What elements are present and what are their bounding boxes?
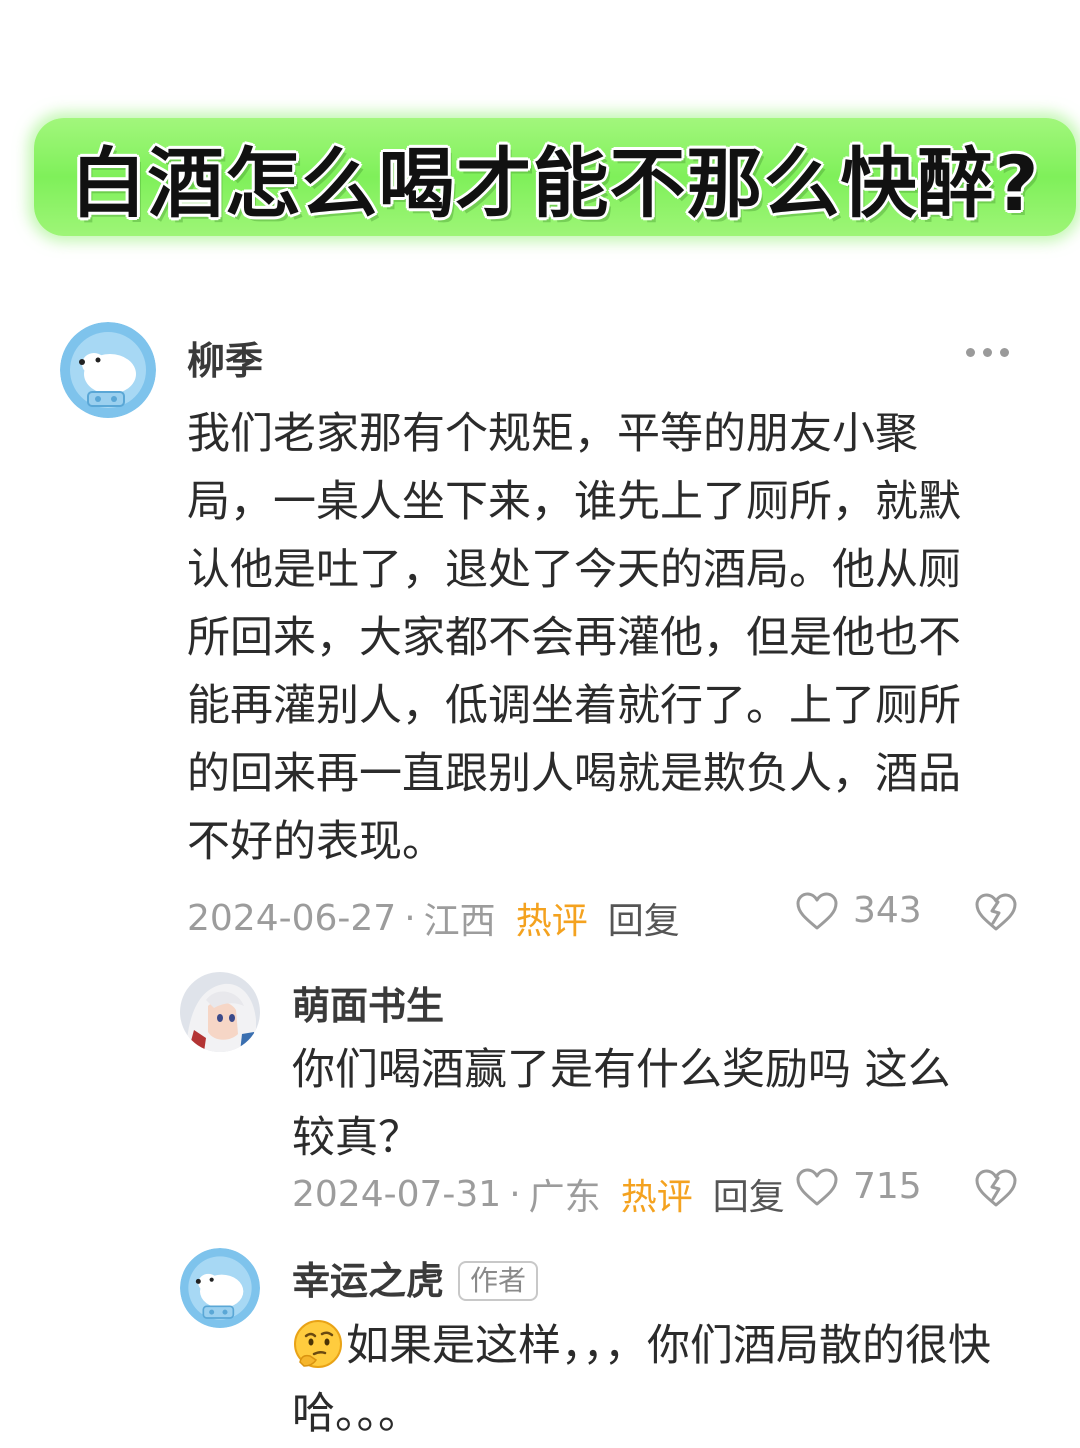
thinking-face-icon [292, 1318, 344, 1370]
comment-meta: 2024-06-27 · 江西 热评 回复 [187, 892, 680, 944]
comment-location: 江西 [423, 901, 496, 942]
comment-text: 你们喝酒赢了是有什么奖励吗 这么较真？ [292, 1045, 951, 1163]
like-count: 343 [853, 890, 922, 931]
polar-bear-avatar-icon [60, 322, 156, 418]
comment-date: 2024-07-31 [292, 1173, 502, 1215]
heart-icon [796, 892, 838, 929]
meta-separator: · [404, 897, 416, 939]
broken-heart-icon[interactable] [974, 892, 1018, 936]
username[interactable]: 萌面书生 [292, 975, 444, 1030]
broken-heart-icon[interactable] [974, 1168, 1018, 1212]
like-button[interactable]: 715 [795, 1166, 922, 1207]
comment-text: 我们老家那有个规矩，平等的朋友小聚局，一桌人坐下来，谁先上了厕所，就默认他是吐了… [187, 409, 961, 867]
comment-date: 2024-06-27 [187, 897, 397, 939]
reply-button[interactable]: 回复 [608, 892, 680, 944]
comment-text-content: 如果是这样，，，你们酒局散的很快哈。。。 [292, 1321, 991, 1439]
comment-text: 如果是这样，，，你们酒局散的很快哈。。。 [292, 1312, 1032, 1448]
avatar[interactable] [180, 972, 260, 1052]
author-badge: 作者 [458, 1260, 539, 1301]
username[interactable]: 柳季 [187, 330, 263, 385]
like-button[interactable]: 343 [795, 890, 922, 931]
meta-separator: · [509, 1173, 521, 1215]
title-banner: 白酒怎么喝才能不那么快醉? [34, 118, 1076, 236]
comment-location: 广东 [528, 1177, 601, 1218]
avatar[interactable] [180, 1248, 260, 1328]
username-text[interactable]: 幸运之虎 [292, 1259, 444, 1303]
page-title: 白酒怎么喝才能不那么快醉? [70, 139, 1040, 228]
username[interactable]: 幸运之虎 作者 [292, 1250, 539, 1305]
like-count: 715 [853, 1166, 922, 1207]
hot-comment-badge: 热评 [620, 1177, 693, 1218]
reply-button[interactable]: 回复 [713, 1168, 785, 1220]
hot-comment-badge: 热评 [515, 901, 588, 942]
anime-character-avatar-icon [180, 972, 260, 1052]
comment-meta: 2024-07-31 · 广东 热评 回复 [292, 1168, 785, 1220]
polar-bear-avatar-icon [180, 1248, 260, 1328]
avatar[interactable] [60, 322, 156, 418]
heart-icon [796, 1168, 838, 1205]
more-options-icon[interactable] [966, 348, 1009, 357]
